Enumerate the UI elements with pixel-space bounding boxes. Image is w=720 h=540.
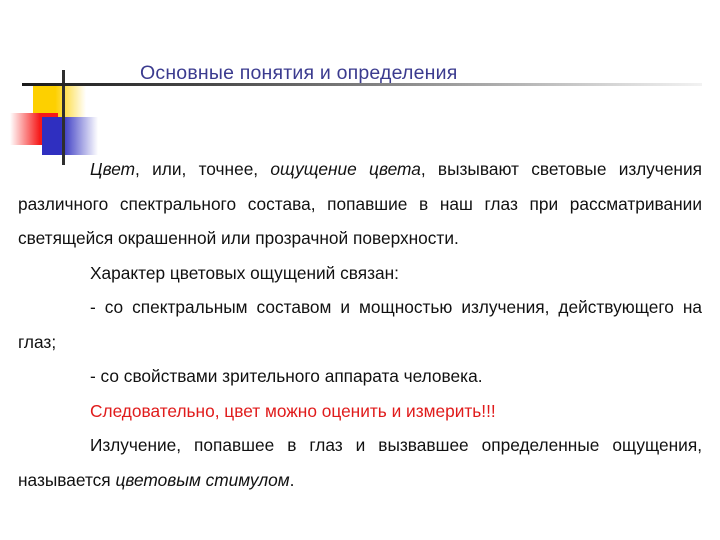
page-title: Основные понятия и определения <box>140 62 458 84</box>
term-color-sensation: ощущение цвета <box>270 159 421 179</box>
paragraph-bullet-spectral: - со спектральным составом и мощностью и… <box>18 297 702 352</box>
paragraph-definition-mid: , или, точнее, <box>135 159 271 179</box>
slide-canvas: Основные понятия и определения Цвет, или… <box>0 0 720 540</box>
blue-square-icon <box>42 117 98 155</box>
slide-body: Цвет, или, точнее, ощущение цвета, вызыв… <box>18 152 702 497</box>
paragraph-conclusion: Следовательно, цвет можно оценить и изме… <box>90 400 496 421</box>
paragraph-stimulus-end: . <box>289 469 295 490</box>
term-color-stimulus: цветовым стимулом <box>115 469 290 490</box>
paragraph-definition: Цвет, или, точнее, ощущение цвета, вызыв… <box>18 152 702 256</box>
paragraph-character-intro: Характер цветовых ощущений связан: <box>90 262 399 283</box>
term-color: Цвет <box>90 159 136 179</box>
paragraph-stimulus: Излучение, попавшее в глаз и вызвавшее о… <box>18 428 702 497</box>
paragraph-bullet-visual-apparatus: - со свойствами зрительного аппарата чел… <box>90 366 483 386</box>
